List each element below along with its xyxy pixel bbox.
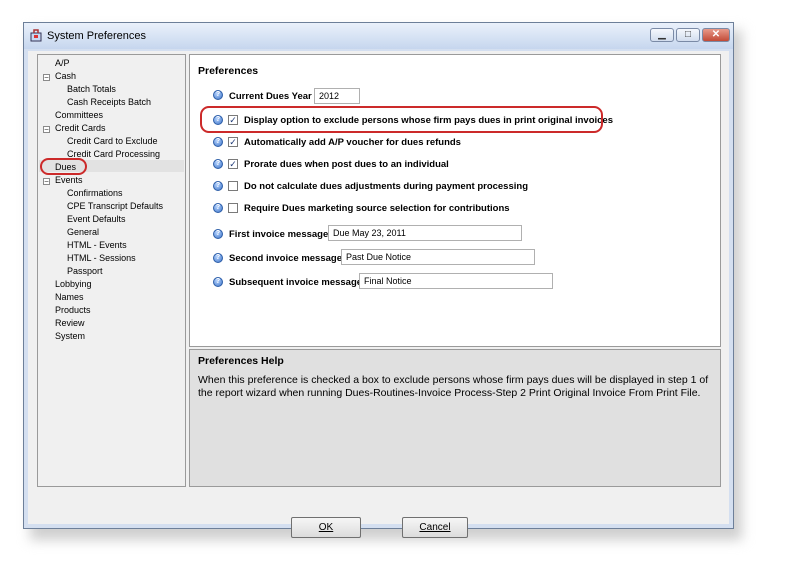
tree-item-confirmations[interactable]: Confirmations [67,188,123,198]
help-title: Preferences Help [198,355,284,367]
preferences-tree: A/P − Cash Batch Totals Cash Receipts Batch C… [37,54,186,487]
tree-item-review[interactable]: Review [55,318,85,328]
tree-item-credit-cards[interactable]: Credit Cards [55,123,106,133]
collapse-toggle-icon[interactable]: − [43,178,50,186]
help-question-icon[interactable]: ? [213,181,223,191]
close-icon: ✕ [711,29,721,40]
tree-item-credit-card-to-exclude[interactable]: Credit Card to Exclude [67,136,158,146]
ok-button-label: OK [318,522,334,533]
cancel-button[interactable]: Cancel [402,517,468,538]
tree-item-html-sessions[interactable]: HTML - Sessions [67,253,136,263]
preferences-panel: Preferences ? Current Dues Year 2012 ? ✓ D… [189,54,721,347]
tree-item-events[interactable]: Events [55,175,83,185]
preferences-help-panel: Preferences Help When this preference is… [189,349,721,487]
tree-item-committees[interactable]: Committees [55,110,103,120]
dues-highlight-annotation [40,158,87,175]
tree-item-cash[interactable]: Cash [55,71,76,81]
preferences-title: Preferences [198,65,259,77]
tree-item-general[interactable]: General [67,227,99,237]
subsequent-invoice-label: Subsequent invoice message [229,277,363,288]
collapse-toggle-icon[interactable]: − [43,126,50,134]
minimize-button[interactable]: ▁ [650,28,674,42]
option-highlight-annotation [200,106,603,133]
tree-item-products[interactable]: Products [55,305,91,315]
minimize-icon: ▁ [658,29,666,40]
help-question-icon[interactable]: ? [213,253,223,263]
first-invoice-label: First invoice message [229,229,329,240]
help-question-icon[interactable]: ? [213,159,223,169]
tree-item-lobbying[interactable]: Lobbying [55,279,92,289]
tree-item-passport[interactable]: Passport [67,266,103,276]
tree-item-cash-receipts-batch[interactable]: Cash Receipts Batch [67,97,151,107]
cancel-button-label: Cancel [419,522,451,533]
help-question-icon[interactable]: ? [213,137,223,147]
tree-item-cpe-transcript-defaults[interactable]: CPE Transcript Defaults [67,201,163,211]
maximize-icon: □ [684,29,692,40]
tree-item-batch-totals[interactable]: Batch Totals [67,84,116,94]
system-preferences-window: System Preferences ▁ □ ✕ A/P − Cash Batch T… [23,22,734,538]
first-invoice-input[interactable]: Due May 23, 2011 [328,225,522,241]
maximize-button[interactable]: □ [676,28,700,42]
option-checkbox[interactable]: ✓ [228,159,238,169]
tree-item-names[interactable]: Names [55,292,84,302]
app-icon [30,29,42,42]
option-label: Do not calculate dues adjustments during… [244,181,528,192]
option-label: Prorate dues when post dues to an indivi… [244,159,449,170]
subsequent-invoice-input[interactable]: Final Notice [359,273,553,289]
help-question-icon[interactable]: ? [213,203,223,213]
title-bar: System Preferences ▁ □ ✕ [24,23,733,49]
option-checkbox[interactable] [228,203,238,213]
option-checkbox[interactable]: ✓ [228,137,238,147]
window-title: System Preferences [47,30,147,42]
close-button[interactable]: ✕ [702,28,730,42]
help-text: When this preference is checked a box to… [198,374,709,399]
tree-item-a-p[interactable]: A/P [55,58,70,68]
help-question-icon[interactable]: ? [213,229,223,239]
current-dues-year-input[interactable]: 2012 [314,88,360,104]
collapse-toggle-icon[interactable]: − [43,74,50,82]
option-label: Automatically add A/P voucher for dues r… [244,137,461,148]
option-checkbox[interactable] [228,181,238,191]
tree-item-html-events[interactable]: HTML - Events [67,240,127,250]
tree-item-system[interactable]: System [55,331,85,341]
second-invoice-input[interactable]: Past Due Notice [341,249,535,265]
second-invoice-label: Second invoice message [229,253,342,264]
option-label: Require Dues marketing source selection … [244,203,510,214]
help-question-icon[interactable]: ? [213,277,223,287]
tree-item-event-defaults[interactable]: Event Defaults [67,214,126,224]
ok-button[interactable]: OK [291,517,361,538]
help-question-icon[interactable]: ? [213,90,223,100]
current-dues-year-label: Current Dues Year [229,91,312,102]
